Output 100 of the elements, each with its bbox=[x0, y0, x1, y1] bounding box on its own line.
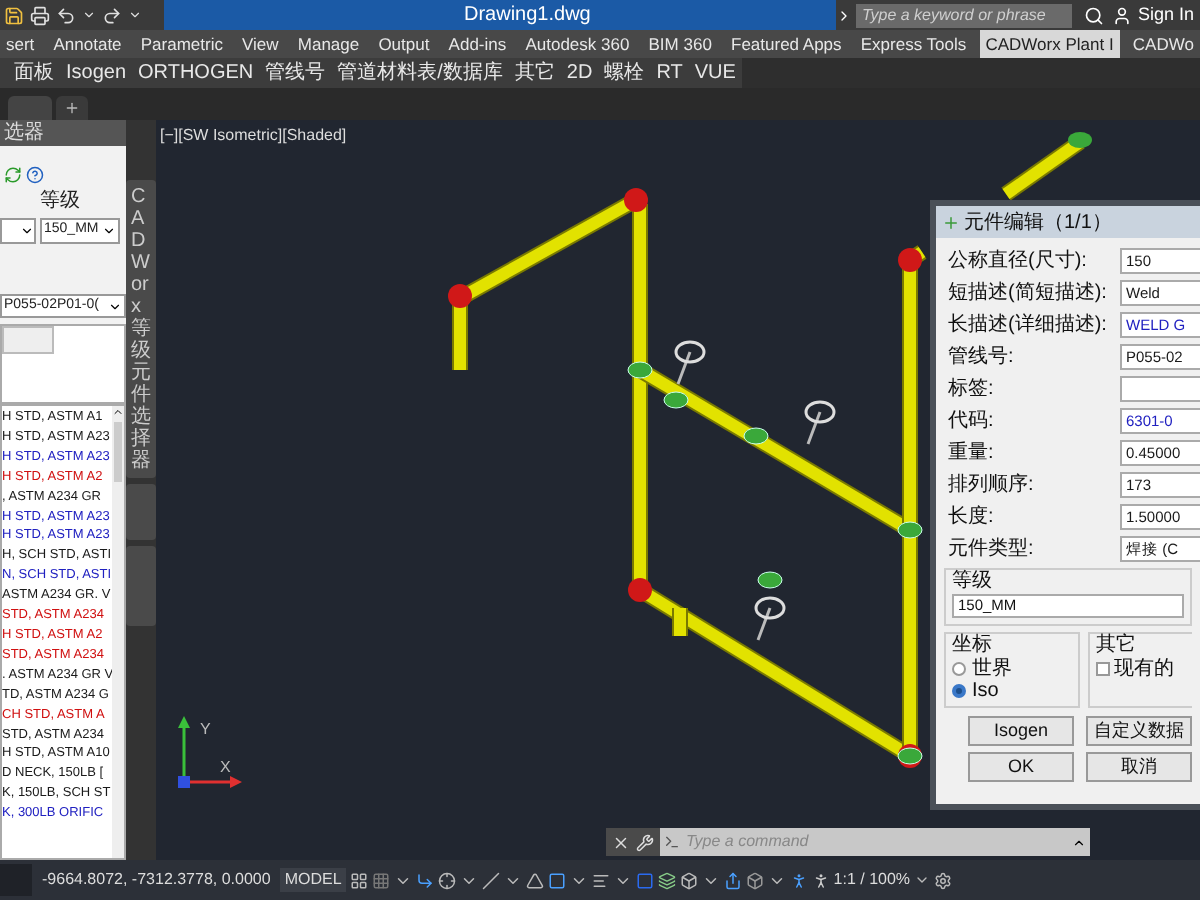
redo-icon[interactable] bbox=[102, 5, 122, 25]
help-icon[interactable] bbox=[26, 166, 44, 184]
command-field[interactable]: Type a command bbox=[660, 828, 1090, 856]
scale-button[interactable]: 1:1 / 100% bbox=[833, 868, 911, 892]
panel-title: 选器 bbox=[4, 121, 44, 145]
slash-icon[interactable] bbox=[481, 871, 500, 889]
ribbon-tab[interactable]: Parametric bbox=[134, 30, 229, 58]
ribbon-tab[interactable]: Manage bbox=[291, 30, 366, 58]
caret-icon bbox=[108, 299, 122, 313]
ribbon-tab[interactable]: Annotate bbox=[47, 30, 128, 58]
component-icon bbox=[942, 213, 960, 231]
caret-icon[interactable] bbox=[914, 872, 931, 888]
axis-label: Y bbox=[200, 720, 211, 738]
panel-tab[interactable]: 面板 bbox=[8, 58, 60, 88]
cube-icon[interactable] bbox=[679, 871, 698, 889]
field-label: 元件类型: bbox=[948, 536, 1036, 562]
axis-label: X bbox=[220, 758, 231, 776]
dialog-button[interactable]: 自定义数据 bbox=[1086, 716, 1192, 746]
field-label: 长度: bbox=[948, 504, 996, 530]
field-label: 排列顺序: bbox=[948, 472, 1036, 498]
new-tab-button[interactable] bbox=[56, 96, 88, 120]
checkbox-label: 现有的 bbox=[1114, 658, 1174, 680]
group-label: 坐标 bbox=[952, 634, 994, 657]
radio-label: 世界 bbox=[972, 658, 1012, 680]
field-label: 代码: bbox=[948, 408, 996, 434]
panel-tab[interactable]: 螺栓 bbox=[598, 58, 651, 88]
field-label: 重量: bbox=[948, 440, 996, 466]
ribbon-tab[interactable]: sert bbox=[0, 30, 41, 58]
ribbon-tab[interactable]: Featured Apps bbox=[725, 30, 848, 58]
person-icon[interactable] bbox=[811, 871, 830, 889]
crosshair-icon[interactable] bbox=[437, 871, 456, 889]
field-label: 公称直径(尺寸): bbox=[948, 248, 1089, 274]
field-input[interactable] bbox=[1120, 376, 1200, 402]
caret-icon[interactable] bbox=[82, 8, 96, 22]
undo-icon[interactable] bbox=[56, 5, 76, 25]
layers-icon[interactable] bbox=[657, 871, 676, 889]
ribbon-tab[interactable]: Express Tools bbox=[854, 30, 973, 58]
coordinates: -9664.8072, -7312.3778, 0.0000 bbox=[40, 868, 273, 892]
model-button[interactable]: MODEL bbox=[280, 868, 346, 892]
sign-in-link[interactable]: Sign In bbox=[1131, 1, 1200, 29]
wrench-icon[interactable] bbox=[636, 833, 654, 851]
ribbon-tab[interactable]: Output bbox=[372, 30, 436, 58]
caret-icon[interactable] bbox=[1072, 835, 1086, 849]
panel-tab[interactable]: RT bbox=[650, 58, 689, 88]
search-field[interactable]: Type a keyword or phrase bbox=[855, 3, 1072, 27]
caret-icon bbox=[102, 224, 116, 238]
ucs-axes-icon bbox=[178, 716, 242, 788]
grid-icon[interactable] bbox=[349, 871, 368, 889]
square-icon[interactable] bbox=[547, 871, 566, 889]
dropdown[interactable] bbox=[0, 218, 36, 244]
dialog-title: 元件编辑（1/1） bbox=[964, 209, 1112, 237]
ribbon-tab[interactable]: Autodesk 360 bbox=[519, 30, 636, 58]
field-label: 短描述(简短描述): bbox=[948, 280, 1109, 306]
group-label: 其它 bbox=[1096, 634, 1138, 658]
refresh-icon[interactable] bbox=[4, 166, 22, 184]
plus-icon bbox=[64, 100, 80, 116]
panel-tab[interactable]: 其它 bbox=[508, 58, 561, 88]
save-icon[interactable] bbox=[4, 5, 24, 25]
checkbox[interactable] bbox=[1096, 662, 1110, 676]
dialog-button[interactable]: OK bbox=[968, 752, 1074, 782]
panel-tab[interactable]: 管线号 bbox=[259, 58, 332, 88]
panel-tab[interactable]: 2D bbox=[560, 58, 599, 88]
triangle-icon[interactable] bbox=[525, 871, 544, 889]
ribbon-tab[interactable]: BIM 360 bbox=[642, 30, 718, 58]
settings-icon[interactable] bbox=[934, 871, 953, 889]
ribbon-tab[interactable]: CADWorx Plant I bbox=[979, 30, 1120, 58]
lines-icon[interactable] bbox=[591, 871, 610, 889]
snap-grid-icon[interactable] bbox=[371, 871, 390, 889]
dialog-button[interactable]: Isogen bbox=[968, 716, 1074, 746]
ribbon-tab[interactable]: Add-ins bbox=[442, 30, 513, 58]
side-tab[interactable]: CADWorx 等级元件选择器 bbox=[126, 180, 156, 478]
scroll-up-icon bbox=[112, 406, 124, 418]
corner-icon[interactable] bbox=[415, 871, 434, 889]
ribbon-tab[interactable]: CADWo bbox=[1126, 30, 1200, 58]
pipe bbox=[1001, 132, 1092, 201]
caret-icon[interactable] bbox=[128, 8, 142, 22]
ribbon-tab[interactable]: View bbox=[236, 30, 285, 58]
window-title: Drawing1.dwg bbox=[464, 2, 591, 30]
export-icon[interactable] bbox=[723, 871, 742, 889]
field-label: 管线号: bbox=[948, 344, 1016, 370]
print-icon[interactable] bbox=[30, 5, 50, 25]
grade-label: 等级 bbox=[40, 190, 82, 214]
user-icon[interactable] bbox=[1111, 5, 1132, 25]
viewport-label[interactable]: [−][SW Isometric][Shaded] bbox=[160, 124, 347, 148]
group-label: 等级 bbox=[952, 570, 994, 594]
cube-icon[interactable] bbox=[745, 871, 764, 889]
panel-tab[interactable]: 管道材料表/数据库 bbox=[331, 58, 509, 88]
person-icon[interactable] bbox=[789, 871, 808, 889]
radio-button[interactable] bbox=[952, 684, 966, 698]
radio-button[interactable] bbox=[952, 662, 966, 676]
radio-label: Iso bbox=[972, 680, 999, 702]
panel-tab[interactable]: ORTHOGEN bbox=[132, 58, 260, 88]
field-label: 标签: bbox=[948, 376, 996, 402]
caret-icon bbox=[20, 224, 34, 238]
field-label: 长描述(详细描述): bbox=[948, 312, 1109, 338]
dialog-button[interactable]: 取消 bbox=[1086, 752, 1192, 782]
panel-tab[interactable]: VUE bbox=[688, 58, 742, 88]
panel-tab[interactable]: Isogen bbox=[60, 58, 133, 88]
prompt-icon bbox=[664, 834, 680, 850]
close-icon[interactable] bbox=[612, 833, 630, 851]
